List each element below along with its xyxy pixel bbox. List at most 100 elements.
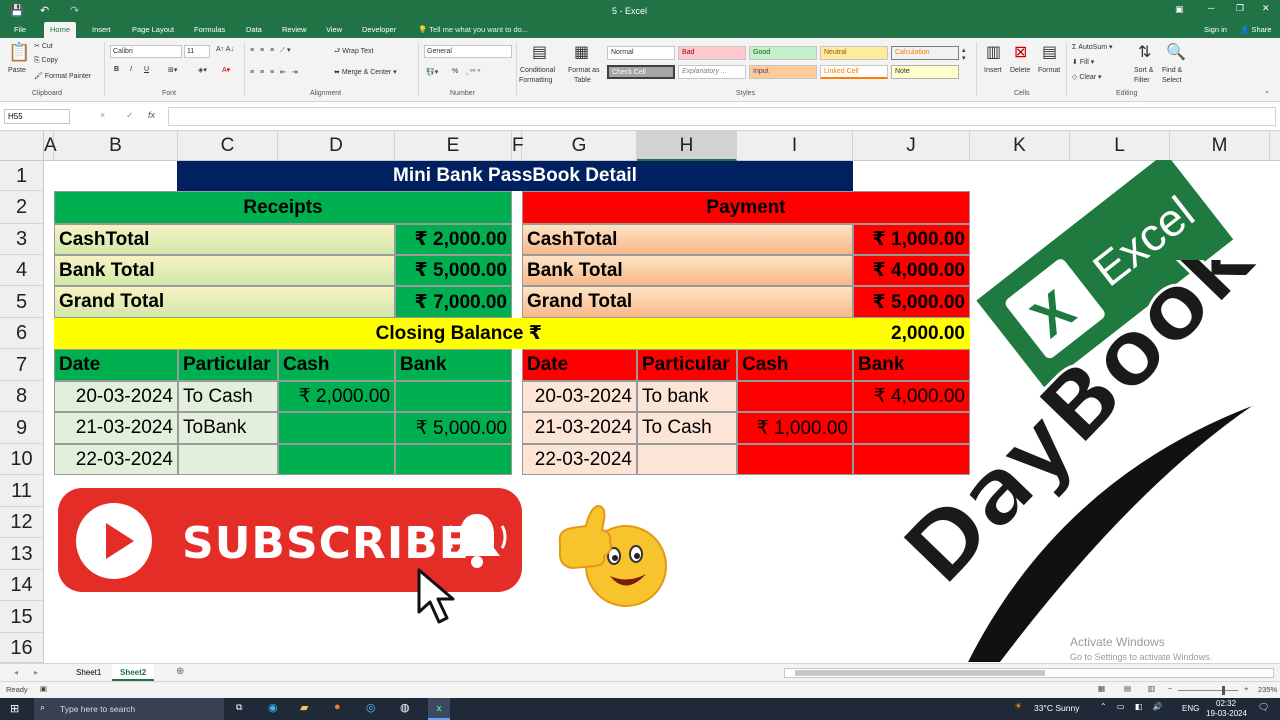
weather-text[interactable]: 33°C Sunny	[1034, 703, 1079, 713]
insert-function-icon[interactable]: fx	[148, 110, 155, 120]
normal-view-icon[interactable]: ▦	[1098, 684, 1105, 693]
redo-icon[interactable]: ↷	[70, 4, 79, 17]
receipts-row-bank[interactable]	[395, 444, 512, 475]
share-button[interactable]: 👤 Share	[1240, 25, 1271, 34]
format-painter-button[interactable]: 🖌 Format Painter	[34, 72, 91, 80]
paste-label[interactable]: Paste	[8, 67, 26, 74]
col-header[interactable]: G	[522, 131, 637, 161]
payment-row-cash[interactable]	[737, 381, 853, 412]
row-header[interactable]: 2	[0, 191, 44, 224]
edge-icon[interactable]: ◉	[268, 701, 278, 714]
closing-balance-label[interactable]: Closing Balance ₹	[54, 318, 853, 349]
autosum-button[interactable]: Σ AutoSum ▾	[1072, 43, 1113, 51]
payment-row-particular[interactable]: To bank	[637, 381, 737, 412]
receipts-row-date[interactable]: 20-03-2024	[54, 381, 178, 412]
percent-button[interactable]: %	[452, 68, 458, 75]
macro-record-icon[interactable]: ▣	[40, 684, 47, 693]
row-header[interactable]: 16	[0, 633, 44, 663]
sort-filter-label[interactable]: Sort &	[1134, 67, 1153, 74]
find-select-icon[interactable]: 🔍	[1166, 42, 1186, 62]
wrap-text-button[interactable]: ⮐ Wrap Text	[334, 47, 374, 58]
col-header[interactable]: B	[54, 131, 178, 161]
receipts-grand-total-label[interactable]: Grand Total	[54, 286, 395, 318]
receipts-row-particular[interactable]: To Cash	[178, 381, 278, 412]
payment-row-date[interactable]: 22-03-2024	[522, 444, 637, 475]
col-header[interactable]: A	[44, 131, 57, 161]
sheet-tab-2-active[interactable]: Sheet2	[112, 664, 155, 681]
tab-page-layout[interactable]: Page Layout	[126, 22, 180, 38]
add-sheet-icon[interactable]: ⊕	[176, 666, 184, 677]
save-icon[interactable]: 💾	[10, 4, 24, 17]
clock-date[interactable]: 19-03-2024	[1206, 709, 1247, 718]
style-explanatory[interactable]: Explanatory ...	[678, 65, 746, 79]
font-grow-icon[interactable]: A↑ A↓	[216, 46, 234, 53]
zoom-slider-thumb[interactable]	[1222, 686, 1225, 695]
style-input[interactable]: Input	[749, 65, 817, 79]
name-box[interactable]: H55	[4, 109, 70, 124]
font-color-icon[interactable]: A▾	[222, 66, 230, 74]
tab-file[interactable]: File	[8, 22, 32, 38]
tab-developer[interactable]: Developer	[356, 22, 402, 38]
receipts-col-date[interactable]: Date	[54, 349, 178, 381]
payment-cash-total[interactable]: ₹ 1,000.00	[853, 224, 970, 255]
col-header[interactable]: E	[395, 131, 512, 161]
sign-in-link[interactable]: Sign in	[1204, 25, 1227, 34]
receipts-row-particular[interactable]: ToBank	[178, 412, 278, 444]
clear-button[interactable]: ◇ Clear ▾	[1072, 73, 1102, 81]
sort-filter-icon[interactable]: ⇅	[1138, 42, 1151, 62]
tab-insert[interactable]: Insert	[86, 22, 117, 38]
page-layout-view-icon[interactable]: ▤	[1124, 684, 1131, 693]
row-header[interactable]: 12	[0, 507, 44, 538]
tab-data[interactable]: Data	[240, 22, 268, 38]
col-header-selected[interactable]: H	[637, 131, 737, 161]
horizontal-scrollbar[interactable]	[784, 668, 1274, 678]
col-header[interactable]: D	[278, 131, 395, 161]
tray-icons[interactable]: ⌃ ▭ ◧ 🔊	[1100, 702, 1166, 711]
notifications-icon[interactable]: 🗨	[1258, 702, 1269, 713]
minimize-icon[interactable]: ─	[1208, 3, 1214, 13]
file-explorer-icon[interactable]: ▰	[300, 701, 308, 714]
style-normal[interactable]: Normal	[607, 46, 675, 60]
payment-row-cash[interactable]	[737, 444, 853, 475]
row-header[interactable]: 5	[0, 286, 44, 318]
receipts-col-cash[interactable]: Cash	[278, 349, 395, 381]
format-cells-label[interactable]: Format	[1038, 67, 1060, 74]
tab-home[interactable]: Home	[44, 22, 77, 38]
italic-button[interactable]: I	[130, 66, 132, 73]
receipts-col-particular[interactable]: Particular	[178, 349, 278, 381]
styles-scroll-icon[interactable]: ▴ ▾	[962, 46, 966, 62]
payment-col-particular[interactable]: Particular	[637, 349, 737, 381]
style-check-cell[interactable]: Check Cell	[607, 65, 675, 79]
row-header[interactable]: 11	[0, 475, 44, 507]
row-header[interactable]: 1	[0, 161, 44, 191]
enter-icon[interactable]: ✓	[126, 110, 134, 121]
receipts-cash-total-label[interactable]: CashTotal	[54, 224, 395, 255]
row-header[interactable]: 14	[0, 570, 44, 601]
font-name-select[interactable]: Calibri	[110, 45, 182, 58]
col-header[interactable]: F	[512, 131, 524, 161]
underline-button[interactable]: U	[144, 66, 149, 73]
format-as-table-icon[interactable]: ▦	[574, 42, 589, 62]
receipts-header[interactable]: Receipts	[54, 191, 512, 224]
row-header[interactable]: 8	[0, 381, 44, 412]
payment-row-particular[interactable]	[637, 444, 737, 475]
find-select-label[interactable]: Find &	[1162, 67, 1182, 74]
undo-icon[interactable]: ↶	[40, 4, 49, 17]
obs-icon[interactable]: ◍	[400, 701, 410, 714]
style-note[interactable]: Note	[891, 65, 959, 79]
col-header[interactable]: M	[1170, 131, 1270, 161]
tab-view[interactable]: View	[320, 22, 348, 38]
receipts-row-bank[interactable]: ₹ 5,000.00	[395, 412, 512, 444]
payment-bank-total-label[interactable]: Bank Total	[522, 255, 853, 286]
merge-center-button[interactable]: ⬌ Merge & Center ▾	[334, 68, 397, 76]
close-icon[interactable]: ✕	[1262, 3, 1270, 14]
zoom-level[interactable]: 235%	[1258, 685, 1277, 694]
receipts-row-particular[interactable]	[178, 444, 278, 475]
style-bad[interactable]: Bad	[678, 46, 746, 60]
payment-row-cash[interactable]: ₹ 1,000.00	[737, 412, 853, 444]
style-calculation[interactable]: Calculation	[891, 46, 959, 60]
payment-cash-total-label[interactable]: CashTotal	[522, 224, 853, 255]
row-header[interactable]: 15	[0, 601, 44, 633]
delete-cells-icon[interactable]: ⊠	[1014, 42, 1027, 62]
tell-me-box[interactable]: 💡 Tell me what you want to do...	[418, 25, 528, 34]
